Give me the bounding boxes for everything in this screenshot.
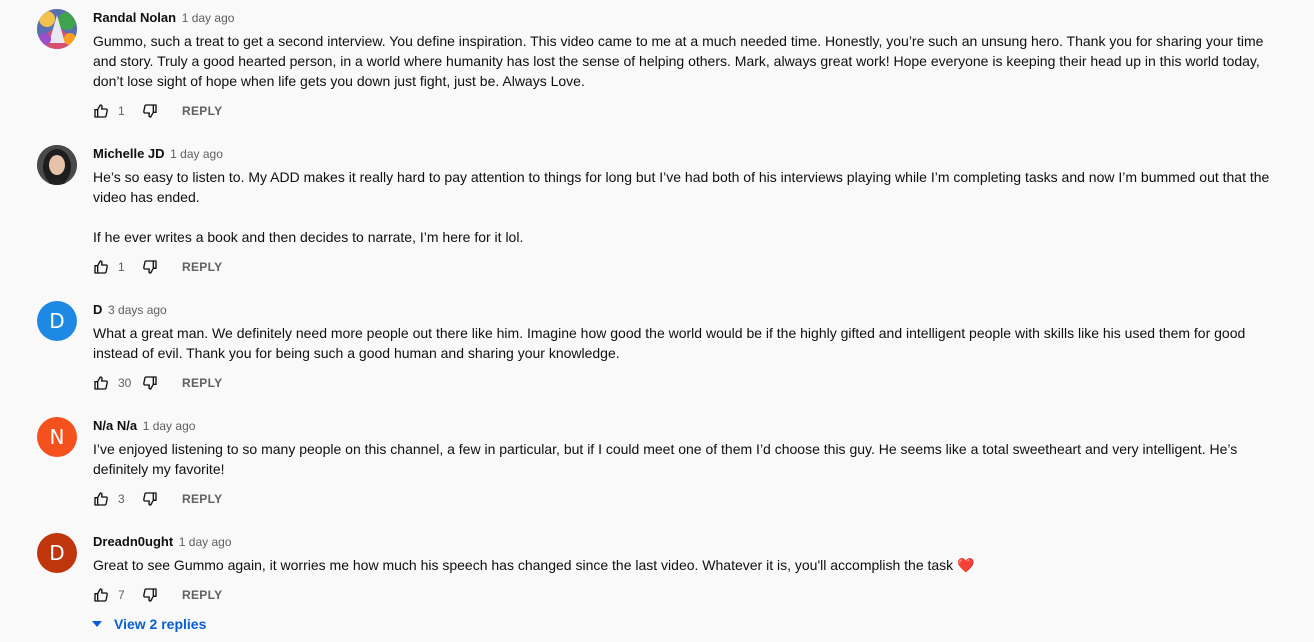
- avatar-letter: D: [49, 309, 65, 333]
- view-replies-label: View 2 replies: [114, 616, 207, 632]
- comment-actions: 1 REPLY: [93, 255, 222, 279]
- comment-header: Michelle JD 1 day ago: [93, 145, 1273, 163]
- comment-actions: 3 REPLY: [93, 487, 222, 511]
- comment-actions: 30 REPLY: [93, 371, 222, 395]
- thumbs-down-icon[interactable]: [142, 587, 158, 603]
- comment-actions: 7 REPLY: [93, 583, 222, 607]
- comment-header: Dreadn0ught 1 day ago: [93, 533, 1273, 551]
- comment-paragraph-text: Great to see Gummo again, it worries me …: [93, 557, 954, 573]
- reply-button[interactable]: REPLY: [182, 376, 222, 390]
- comment-text: What a great man. We definitely need mor…: [93, 323, 1273, 363]
- comment-body: Dreadn0ught 1 day ago Great to see Gummo…: [93, 533, 1273, 575]
- thumbs-down-icon[interactable]: [142, 103, 158, 119]
- like-count: 7: [118, 588, 125, 602]
- thumbs-up-icon[interactable]: [93, 375, 109, 391]
- comment-text: I’ve enjoyed listening to so many people…: [93, 439, 1273, 479]
- thumbs-up-icon[interactable]: [93, 491, 109, 507]
- avatar[interactable]: D: [37, 533, 77, 573]
- avatar-letter: D: [49, 541, 65, 565]
- reply-button[interactable]: REPLY: [182, 260, 222, 274]
- avatar-letter: N: [49, 425, 65, 449]
- thumbs-up-icon[interactable]: [93, 103, 109, 119]
- heart-emoji: ❤️: [957, 557, 975, 573]
- like-count: 1: [118, 104, 125, 118]
- reply-button[interactable]: REPLY: [182, 588, 222, 602]
- user-photo-icon: [37, 9, 77, 49]
- comment-timestamp[interactable]: 1 day ago: [143, 419, 196, 433]
- view-replies-button[interactable]: View 2 replies: [92, 613, 206, 635]
- like-count: 30: [118, 376, 132, 390]
- author-name[interactable]: D: [93, 302, 102, 317]
- avatar[interactable]: [37, 9, 77, 49]
- comment-text: He’s so easy to listen to. My ADD makes …: [93, 167, 1273, 247]
- comment-body: Randal Nolan 1 day ago Gummo, such a tre…: [93, 9, 1273, 91]
- comment-paragraph: I’ve enjoyed listening to so many people…: [93, 441, 1238, 477]
- comment-timestamp[interactable]: 1 day ago: [170, 147, 223, 161]
- author-name[interactable]: Randal Nolan: [93, 10, 176, 25]
- comment-header: Randal Nolan 1 day ago: [93, 9, 1273, 27]
- comment-timestamp[interactable]: 3 days ago: [108, 303, 167, 317]
- like-count: 1: [118, 260, 125, 274]
- thumbs-up-icon[interactable]: [93, 587, 109, 603]
- author-name[interactable]: Michelle JD: [93, 146, 165, 161]
- author-name[interactable]: N/a N/a: [93, 418, 137, 433]
- reply-button[interactable]: REPLY: [182, 492, 222, 506]
- thumbs-up-icon[interactable]: [93, 259, 109, 275]
- comment-timestamp[interactable]: 1 day ago: [179, 535, 232, 549]
- comment-body: N/a N/a 1 day ago I’ve enjoyed listening…: [93, 417, 1273, 479]
- avatar[interactable]: D: [37, 301, 77, 341]
- comment-header: D 3 days ago: [93, 301, 1273, 319]
- caret-down-icon: [92, 621, 102, 627]
- avatar[interactable]: N: [37, 417, 77, 457]
- comment-body: Michelle JD 1 day ago He’s so easy to li…: [93, 145, 1273, 247]
- comment-paragraph: He’s so easy to listen to. My ADD makes …: [93, 169, 1270, 205]
- author-name[interactable]: Dreadn0ught: [93, 534, 173, 549]
- like-count: 3: [118, 492, 125, 506]
- comment-paragraph: Great to see Gummo again, it worries me …: [93, 555, 1273, 575]
- comment-timestamp[interactable]: 1 day ago: [182, 11, 235, 25]
- thumbs-down-icon[interactable]: [142, 491, 158, 507]
- thumbs-down-icon[interactable]: [142, 259, 158, 275]
- comment-paragraph: What a great man. We definitely need mor…: [93, 325, 1246, 361]
- comment-text: Great to see Gummo again, it worries me …: [93, 555, 1273, 575]
- reply-button[interactable]: REPLY: [182, 104, 222, 118]
- comment-paragraph: Gummo, such a treat to get a second inte…: [93, 33, 1264, 89]
- comment-body: D 3 days ago What a great man. We defini…: [93, 301, 1273, 363]
- comment-actions: 1 REPLY: [93, 99, 222, 123]
- comment-text: Gummo, such a treat to get a second inte…: [93, 31, 1273, 91]
- comment-header: N/a N/a 1 day ago: [93, 417, 1273, 435]
- avatar[interactable]: [37, 145, 77, 185]
- thumbs-down-icon[interactable]: [142, 375, 158, 391]
- comment-paragraph: If he ever writes a book and then decide…: [93, 229, 524, 245]
- user-photo-icon: [37, 145, 77, 185]
